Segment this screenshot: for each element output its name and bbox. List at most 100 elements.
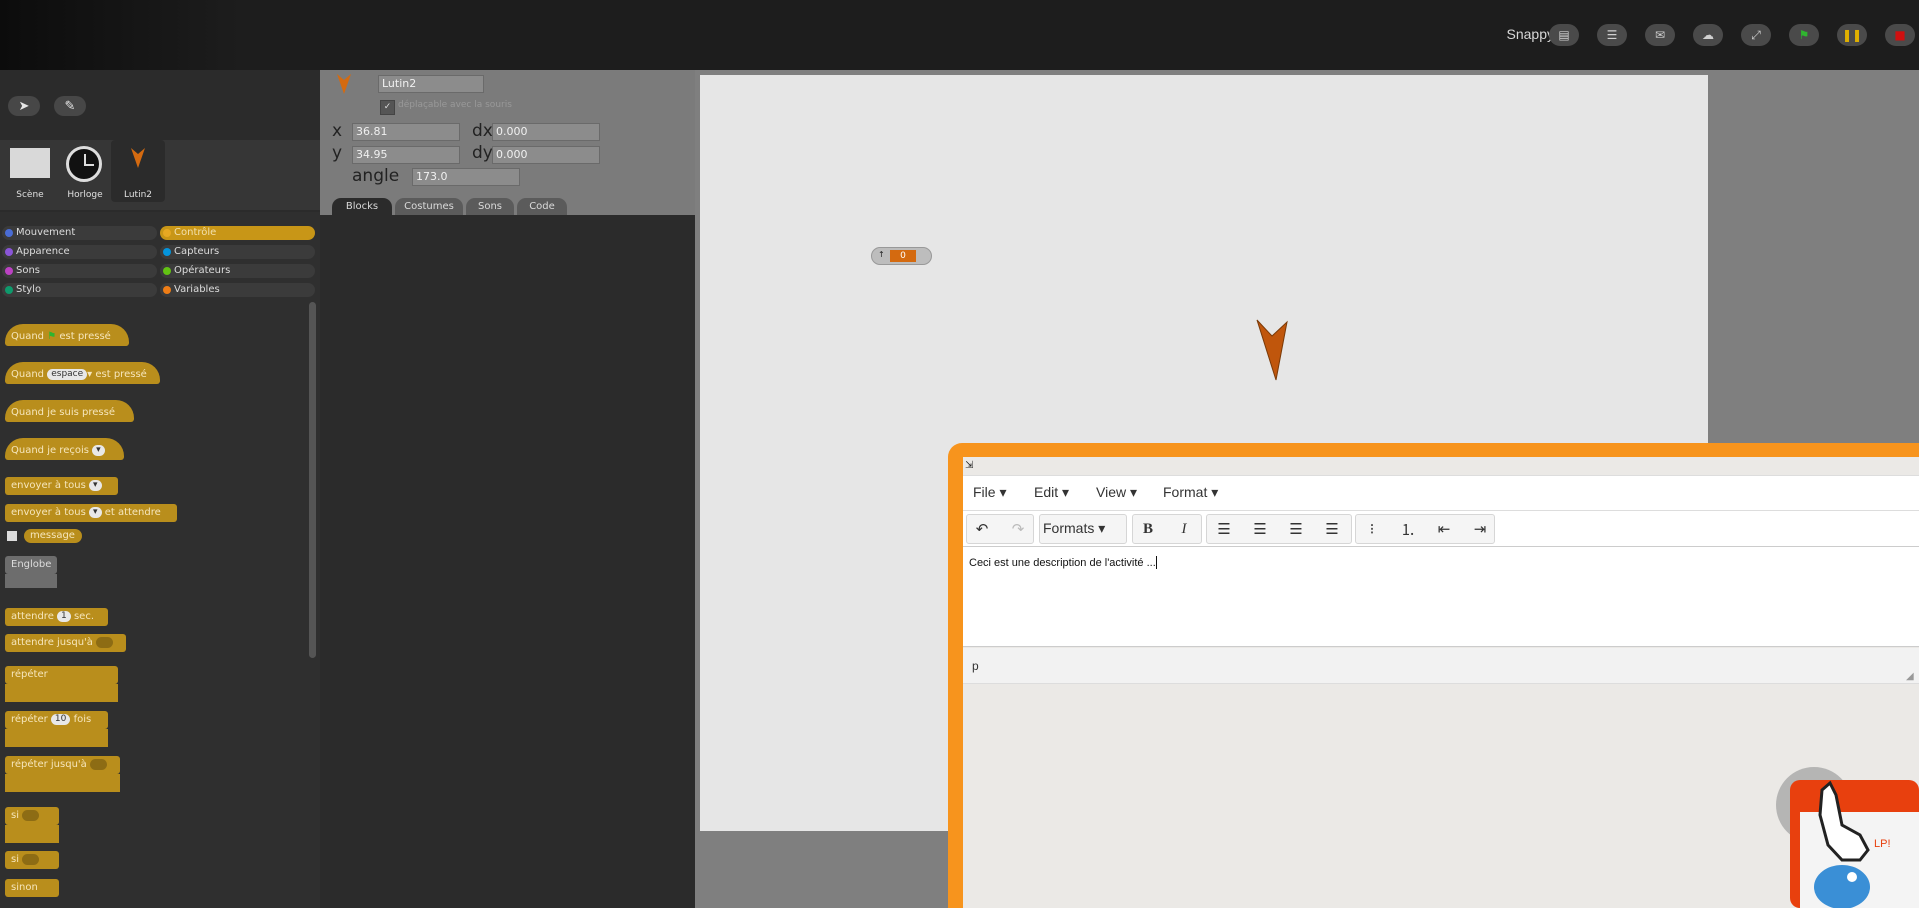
text-cursor bbox=[1156, 556, 1157, 569]
corral-item-lutin2[interactable]: Lutin2 bbox=[111, 140, 165, 202]
category-apparence[interactable]: Apparence bbox=[2, 245, 157, 259]
palette-scrollbar[interactable] bbox=[309, 302, 316, 658]
block-if-else[interactable]: si bbox=[5, 851, 59, 869]
bold-icon[interactable]: B bbox=[1133, 516, 1163, 542]
fullscreen-icon[interactable]: ⤢ bbox=[1741, 24, 1771, 46]
angle-field[interactable]: 173.0 bbox=[412, 168, 520, 186]
editor-content-text[interactable]: Ceci est une description de l'activité .… bbox=[969, 557, 1156, 569]
block-if-body bbox=[5, 825, 59, 843]
arrow-tool-icon[interactable]: ➤ bbox=[8, 96, 40, 116]
sprite-arrow-icon bbox=[337, 74, 351, 94]
cloud-icon[interactable]: ☁ bbox=[1693, 24, 1723, 46]
align-left-icon[interactable]: ☰ bbox=[1209, 516, 1239, 542]
block-repeat[interactable]: répéter 10 fois bbox=[5, 711, 108, 729]
block-message-reporter[interactable]: message bbox=[24, 529, 82, 543]
block-else[interactable]: sinon bbox=[5, 879, 59, 897]
block-repeat-until[interactable]: répéter jusqu'à bbox=[5, 756, 120, 774]
pause-icon[interactable]: ❚❚ bbox=[1837, 24, 1867, 46]
corral-label: Lutin2 bbox=[123, 190, 153, 200]
green-flag-icon[interactable]: ⚑ bbox=[1789, 24, 1819, 46]
corral-item-clock[interactable]: Horloge bbox=[58, 140, 112, 202]
menu-edit[interactable]: Edit ▾ bbox=[1034, 484, 1069, 501]
y-field[interactable]: 34.95 bbox=[352, 146, 460, 164]
corral-item-stage[interactable]: Scène bbox=[3, 140, 57, 202]
block-if[interactable]: si bbox=[5, 807, 59, 825]
x-field[interactable]: 36.81 bbox=[352, 123, 460, 141]
block-when-key[interactable]: Quand espace ▾ est pressé bbox=[5, 362, 160, 384]
dy-field[interactable]: 0.000 bbox=[492, 146, 600, 164]
block-broadcast-wait[interactable]: envoyer à tous ▾ et attendre bbox=[5, 504, 177, 522]
redo-icon[interactable]: ↷ bbox=[1003, 516, 1033, 542]
block-wait-until[interactable]: attendre jusqu'à bbox=[5, 634, 126, 652]
sprite-arrow-icon[interactable] bbox=[1254, 318, 1290, 382]
block-wrap-body bbox=[5, 574, 57, 588]
undo-icon[interactable]: ↶ bbox=[967, 516, 997, 542]
stop-icon[interactable]: ■ bbox=[1885, 24, 1915, 46]
green-flag-icon: ⚑ bbox=[47, 331, 57, 342]
block-forever-body bbox=[5, 684, 118, 702]
sprite-bar bbox=[320, 70, 700, 215]
draggable-label: déplaçable avec la souris bbox=[398, 100, 512, 110]
stage-thumbnail bbox=[10, 148, 50, 178]
help-mascot[interactable]: LP! bbox=[1772, 765, 1919, 908]
editor-statusbar bbox=[963, 648, 1919, 684]
angle-label: angle bbox=[352, 166, 400, 186]
watcher-value: 0 bbox=[890, 250, 916, 262]
tab-blocks[interactable]: Blocks bbox=[332, 198, 392, 215]
align-justify-icon[interactable]: ☰ bbox=[1317, 516, 1347, 542]
category-variables[interactable]: Variables bbox=[160, 283, 315, 297]
category-mouvement[interactable]: Mouvement bbox=[2, 226, 157, 240]
block-forever[interactable]: répéter indéfiniment bbox=[5, 666, 118, 698]
tab-sons[interactable]: Sons bbox=[466, 198, 514, 215]
x-label: x bbox=[332, 121, 343, 141]
menu-view[interactable]: View ▾ bbox=[1096, 484, 1137, 501]
element-path: p bbox=[972, 659, 979, 673]
dy-label: dy bbox=[472, 143, 493, 163]
tab-costumes[interactable]: Costumes bbox=[395, 198, 463, 215]
menu-file[interactable]: File ▾ bbox=[973, 484, 1006, 501]
app-title: Snappy bbox=[1506, 26, 1554, 42]
top-bar bbox=[0, 0, 1919, 70]
numbered-list-icon[interactable]: ⒈ bbox=[1393, 516, 1423, 542]
align-right-icon[interactable]: ☰ bbox=[1281, 516, 1311, 542]
variable-watcher[interactable]: ↑ 0 bbox=[871, 247, 932, 265]
category-capteurs[interactable]: Capteurs bbox=[160, 245, 315, 259]
block-broadcast[interactable]: envoyer à tous ▾ bbox=[5, 477, 118, 495]
formats-dropdown[interactable]: Formats ▾ bbox=[1043, 520, 1105, 537]
clock-icon bbox=[66, 146, 102, 182]
logo-area bbox=[0, 0, 240, 70]
new-project-icon[interactable]: ▤ bbox=[1549, 24, 1579, 46]
collapse-icon[interactable]: ⇲ bbox=[965, 461, 975, 471]
watcher-arrow-icon: ↑ bbox=[878, 250, 885, 259]
indent-icon[interactable]: ⇥ bbox=[1465, 516, 1495, 542]
sprite-name-field[interactable]: Lutin2 bbox=[378, 75, 484, 93]
scripts-area[interactable] bbox=[320, 215, 695, 908]
draggable-checkbox[interactable]: ✓ bbox=[380, 100, 395, 115]
checkbox[interactable] bbox=[7, 531, 17, 541]
tab-code[interactable]: Code bbox=[517, 198, 567, 215]
align-center-icon[interactable]: ☰ bbox=[1245, 516, 1275, 542]
resize-handle-icon[interactable]: ◢ bbox=[1906, 671, 1914, 682]
block-when-clicked[interactable]: Quand je suis pressé bbox=[5, 400, 134, 422]
chat-icon[interactable]: ✉ bbox=[1645, 24, 1675, 46]
dx-field[interactable]: 0.000 bbox=[492, 123, 600, 141]
paintbrush-tool-icon[interactable]: ✎ bbox=[54, 96, 86, 116]
database-icon[interactable]: ☰ bbox=[1597, 24, 1627, 46]
block-when-receive[interactable]: Quand je reçois ▾ bbox=[5, 438, 124, 460]
block-wait[interactable]: attendre 1 sec. bbox=[5, 608, 108, 626]
category-sons[interactable]: Sons bbox=[2, 264, 157, 278]
block-repeat-until-body bbox=[5, 774, 120, 792]
dx-label: dx bbox=[472, 121, 493, 141]
italic-icon[interactable]: I bbox=[1169, 516, 1199, 542]
outdent-icon[interactable]: ⇤ bbox=[1429, 516, 1459, 542]
menu-format[interactable]: Format ▾ bbox=[1163, 484, 1218, 501]
block-wrap[interactable]: Englobe bbox=[5, 556, 57, 574]
block-when-flag[interactable]: Quand ⚑ est pressé bbox=[5, 324, 129, 346]
svg-text:LP!: LP! bbox=[1874, 838, 1891, 850]
category-operateurs[interactable]: Opérateurs bbox=[160, 264, 315, 278]
category-controle[interactable]: Contrôle bbox=[160, 226, 315, 240]
block-repeat-body bbox=[5, 729, 108, 747]
corral-label: Scène bbox=[16, 190, 44, 200]
category-stylo[interactable]: Stylo bbox=[2, 283, 157, 297]
bullet-list-icon[interactable]: ⁝ bbox=[1357, 516, 1387, 542]
